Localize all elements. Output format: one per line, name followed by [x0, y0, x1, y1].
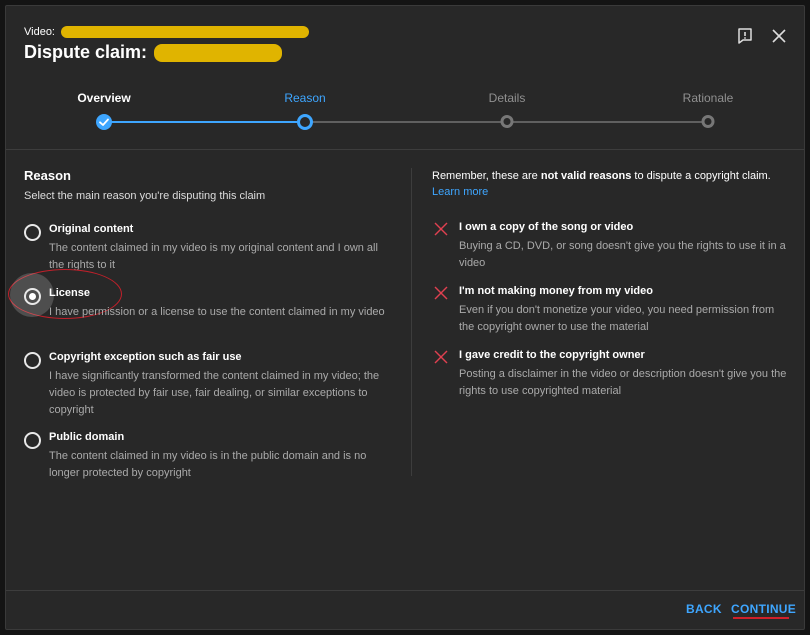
close-icon[interactable]	[769, 26, 789, 46]
invalid-reasons-section: Remember, these are not valid reasons to…	[432, 168, 792, 397]
learn-more-link[interactable]: Learn more	[432, 186, 792, 198]
invalid-reason-title: I gave credit to the copyright owner	[459, 349, 645, 361]
video-label: Video:	[24, 26, 55, 38]
step-label-overview[interactable]: Overview	[77, 91, 130, 105]
check-icon	[99, 118, 109, 126]
claim-name-redaction	[154, 44, 283, 63]
reason-option-fair-use[interactable]: Copyright exception such as fair use I h…	[24, 351, 394, 416]
step-node-reason[interactable]	[297, 114, 313, 130]
continue-button[interactable]: CONTINUE	[731, 602, 796, 616]
invalid-reason-item: I own a copy of the song or video Buying…	[432, 221, 792, 269]
reason-option-original-content[interactable]: Original content The content claimed in …	[24, 223, 394, 271]
option-description: I have significantly transformed the con…	[49, 370, 380, 416]
step-label-reason[interactable]: Reason	[284, 91, 325, 105]
dialog-title: Dispute claim:	[24, 42, 283, 63]
radio-license[interactable]	[24, 288, 41, 305]
step-node-rationale	[701, 115, 715, 128]
continue-annotation-underline	[733, 617, 789, 619]
invalid-reason-description: Posting a disclaimer in the video or des…	[459, 368, 787, 397]
video-name-redaction	[61, 26, 310, 39]
dispute-claim-dialog: Video: Dispute claim: Overview Reason De…	[5, 5, 805, 630]
option-label: Public domain	[49, 431, 125, 443]
step-node-details	[500, 115, 514, 128]
invalid-reason-title: I own a copy of the song or video	[459, 221, 634, 233]
step-node-overview[interactable]	[96, 114, 112, 130]
intro-bold-text: not valid reasons	[540, 170, 632, 182]
option-description: I have permission or a license to use th…	[49, 306, 385, 318]
invalid-reason-item: I'm not making money from my video Even …	[432, 285, 792, 333]
radio-original-content[interactable]	[24, 224, 41, 241]
column-divider	[411, 168, 412, 476]
step-label-details: Details	[488, 91, 526, 105]
invalid-reason-description: Even if you don't monetize your video, y…	[459, 304, 775, 333]
x-mark-icon	[434, 350, 448, 364]
option-label: License	[49, 287, 90, 299]
dialog-title-text: Dispute claim:	[24, 42, 148, 62]
invalid-reason-title: I'm not making money from my video	[459, 285, 653, 297]
reason-title: Reason	[24, 168, 71, 183]
video-line: Video:	[24, 26, 310, 39]
option-label: Copyright exception such as fair use	[49, 351, 242, 363]
invalid-reasons-intro: Remember, these are not valid reasons to…	[432, 168, 792, 184]
feedback-icon[interactable]	[735, 26, 755, 46]
stepper-track-complete	[104, 121, 305, 123]
invalid-reason-item: I gave credit to the copyright owner Pos…	[432, 349, 792, 397]
x-mark-icon	[434, 222, 448, 236]
back-button[interactable]: BACK	[686, 602, 722, 616]
invalid-reason-description: Buying a CD, DVD, or song doesn't give y…	[459, 240, 786, 269]
radio-public-domain[interactable]	[24, 432, 41, 449]
intro-text-end: to dispute a copyright claim.	[631, 170, 771, 182]
option-label: Original content	[49, 223, 134, 235]
option-description: The content claimed in my video is my or…	[49, 242, 378, 271]
header-divider	[6, 149, 804, 150]
reason-section: Reason Select the main reason you're dis…	[8, 168, 394, 479]
reason-option-license[interactable]: License I have permission or a license t…	[8, 269, 394, 332]
x-mark-icon	[434, 286, 448, 300]
reason-option-public-domain[interactable]: Public domain The content claimed in my …	[24, 431, 394, 479]
intro-text: Remember, these are	[432, 170, 541, 182]
footer-divider	[6, 590, 804, 591]
dialog-header: Video: Dispute claim: Overview Reason De…	[6, 6, 804, 149]
step-label-rationale: Rationale	[682, 91, 734, 105]
progress-stepper: Overview Reason Details Rationale	[6, 91, 804, 141]
reason-subtitle: Select the main reason you're disputing …	[24, 190, 266, 202]
option-description: The content claimed in my video is in th…	[49, 450, 367, 479]
radio-fair-use[interactable]	[24, 352, 41, 369]
